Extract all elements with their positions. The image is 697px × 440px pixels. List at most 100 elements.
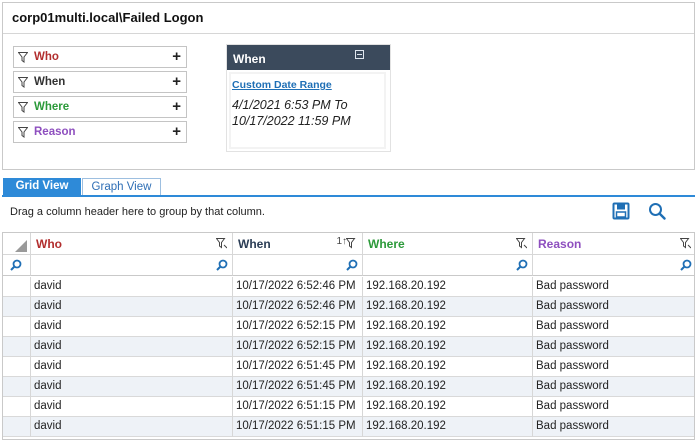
column-header-when-label: When — [238, 237, 271, 251]
table-row[interactable]: david 10/17/2022 6:51:45 PM 192.168.20.1… — [3, 357, 694, 377]
row-selector[interactable] — [3, 317, 31, 337]
when-filter-card: When Custom Date Range 4/1/2021 6:53 PM … — [227, 45, 390, 151]
row-selector[interactable] — [3, 337, 31, 357]
cell-who: david — [31, 397, 233, 417]
cell-who: david — [31, 277, 233, 297]
filter-when[interactable]: When + — [13, 71, 187, 93]
filter-reason-label: Reason — [34, 126, 76, 138]
search-icon — [10, 259, 22, 271]
row-selector[interactable] — [3, 277, 31, 297]
date-range-text: 4/1/2021 6:53 PM To 10/17/2022 11:59 PM — [232, 97, 382, 129]
column-header-reason-label: Reason — [538, 237, 582, 251]
cell-who: david — [31, 377, 233, 397]
filter-cell-reason[interactable] — [533, 255, 694, 276]
when-card-header: When — [227, 45, 390, 70]
table-row[interactable]: david 10/17/2022 6:52:46 PM 192.168.20.1… — [3, 297, 694, 317]
cell-who: david — [31, 357, 233, 377]
filter-who-label: Who — [34, 51, 59, 63]
add-who-filter-button[interactable]: + — [172, 48, 181, 65]
custom-date-range-link[interactable]: Custom Date Range — [232, 79, 332, 91]
filter-reason[interactable]: Reason + — [13, 121, 187, 143]
cell-where: 192.168.20.192 — [363, 297, 533, 317]
filter-when-label: When — [34, 76, 66, 88]
column-filter-icon[interactable] — [216, 238, 227, 249]
search-icon[interactable] — [648, 202, 666, 220]
date-range-end: 10/17/2022 11:59 PM — [232, 114, 351, 128]
cell-reason: Bad password — [536, 340, 609, 352]
add-reason-filter-button[interactable]: + — [172, 123, 181, 140]
corner-triangle-icon — [15, 240, 27, 252]
table-row[interactable]: david 10/17/2022 6:52:15 PM 192.168.20.1… — [3, 337, 694, 357]
cell-when: 10/17/2022 6:51:45 PM — [233, 357, 363, 377]
add-where-filter-button[interactable]: + — [172, 98, 181, 115]
table-row[interactable]: david 10/17/2022 6:52:15 PM 192.168.20.1… — [3, 317, 694, 337]
filter-cell-who[interactable] — [31, 255, 233, 276]
column-header-when[interactable]: When 1↑ — [233, 233, 363, 255]
cell-when: 10/17/2022 6:51:15 PM — [233, 397, 363, 417]
tab-graph-view[interactable]: Graph View — [82, 178, 161, 196]
report-header-panel: corp01multi.local\Failed Logon Who + Whe… — [2, 2, 695, 170]
title-divider — [3, 33, 694, 34]
funnel-icon — [18, 77, 28, 88]
cell-reason: Bad password — [536, 400, 609, 412]
column-header-who[interactable]: Who — [31, 233, 233, 255]
cell-reason: Bad password — [536, 420, 609, 432]
column-header-where-label: Where — [368, 237, 405, 251]
page-title: corp01multi.local\Failed Logon — [12, 10, 204, 25]
cell-who: david — [31, 317, 233, 337]
add-when-filter-button[interactable]: + — [172, 73, 181, 90]
cell-where: 192.168.20.192 — [363, 337, 533, 357]
table-row[interactable]: david 10/17/2022 6:51:15 PM 192.168.20.1… — [3, 397, 694, 417]
cell-reason: Bad password — [536, 300, 609, 312]
cell-reason: Bad password — [536, 360, 609, 372]
filter-where-label: Where — [34, 101, 70, 113]
cell-where: 192.168.20.192 — [363, 417, 533, 437]
row-selector[interactable] — [3, 397, 31, 417]
group-by-hint: Drag a column header here to group by th… — [10, 206, 265, 218]
row-selector[interactable] — [3, 377, 31, 397]
row-selector[interactable] — [3, 357, 31, 377]
column-header-who-label: Who — [36, 237, 62, 251]
cell-where: 192.168.20.192 — [363, 377, 533, 397]
column-filter-icon[interactable] — [516, 238, 527, 249]
date-range-start: 4/1/2021 6:53 PM To — [232, 98, 348, 112]
cell-when: 10/17/2022 6:52:15 PM — [233, 317, 363, 337]
column-header-reason[interactable]: Reason — [533, 233, 694, 255]
column-filter-icon[interactable] — [680, 238, 691, 249]
filter-where[interactable]: Where + — [13, 96, 187, 118]
row-selector[interactable] — [3, 297, 31, 317]
save-icon[interactable] — [612, 202, 630, 220]
when-card-title: When — [233, 52, 266, 66]
table-row[interactable]: david 10/17/2022 6:52:46 PM 192.168.20.1… — [3, 277, 694, 297]
row-selector[interactable] — [3, 417, 31, 437]
column-header-where[interactable]: Where — [363, 233, 533, 255]
tab-grid-view[interactable]: Grid View — [3, 178, 81, 196]
funnel-icon — [18, 102, 28, 113]
column-filter-icon[interactable] — [346, 238, 357, 249]
cell-when: 10/17/2022 6:52:15 PM — [233, 337, 363, 357]
cell-when: 10/17/2022 6:51:15 PM — [233, 417, 363, 437]
filter-cell-when[interactable] — [233, 255, 363, 276]
cell-when: 10/17/2022 6:52:46 PM — [233, 277, 363, 297]
table-row[interactable]: david 10/17/2022 6:51:15 PM 192.168.20.1… — [3, 417, 694, 437]
funnel-icon — [18, 127, 28, 138]
cell-who: david — [31, 417, 233, 437]
cell-who: david — [31, 297, 233, 317]
filter-row-selector[interactable] — [3, 255, 31, 276]
table-row[interactable]: david 10/17/2022 6:51:45 PM 192.168.20.1… — [3, 377, 694, 397]
filter-cell-where[interactable] — [363, 255, 533, 276]
grid-corner[interactable] — [3, 233, 31, 255]
cell-where: 192.168.20.192 — [363, 277, 533, 297]
results-grid: Who When 1↑ Where Reason david 10/17/202… — [2, 232, 695, 440]
when-card-body: Custom Date Range 4/1/2021 6:53 PM To 10… — [229, 72, 386, 149]
filter-who[interactable]: Who + — [13, 46, 187, 68]
funnel-icon — [18, 52, 28, 63]
cell-who: david — [31, 337, 233, 357]
cell-reason: Bad password — [536, 280, 609, 292]
search-icon — [680, 259, 692, 271]
cell-when: 10/17/2022 6:51:45 PM — [233, 377, 363, 397]
cell-where: 192.168.20.192 — [363, 317, 533, 337]
cell-reason: Bad password — [536, 380, 609, 392]
collapse-icon[interactable] — [355, 50, 364, 59]
cell-reason: Bad password — [536, 320, 609, 332]
